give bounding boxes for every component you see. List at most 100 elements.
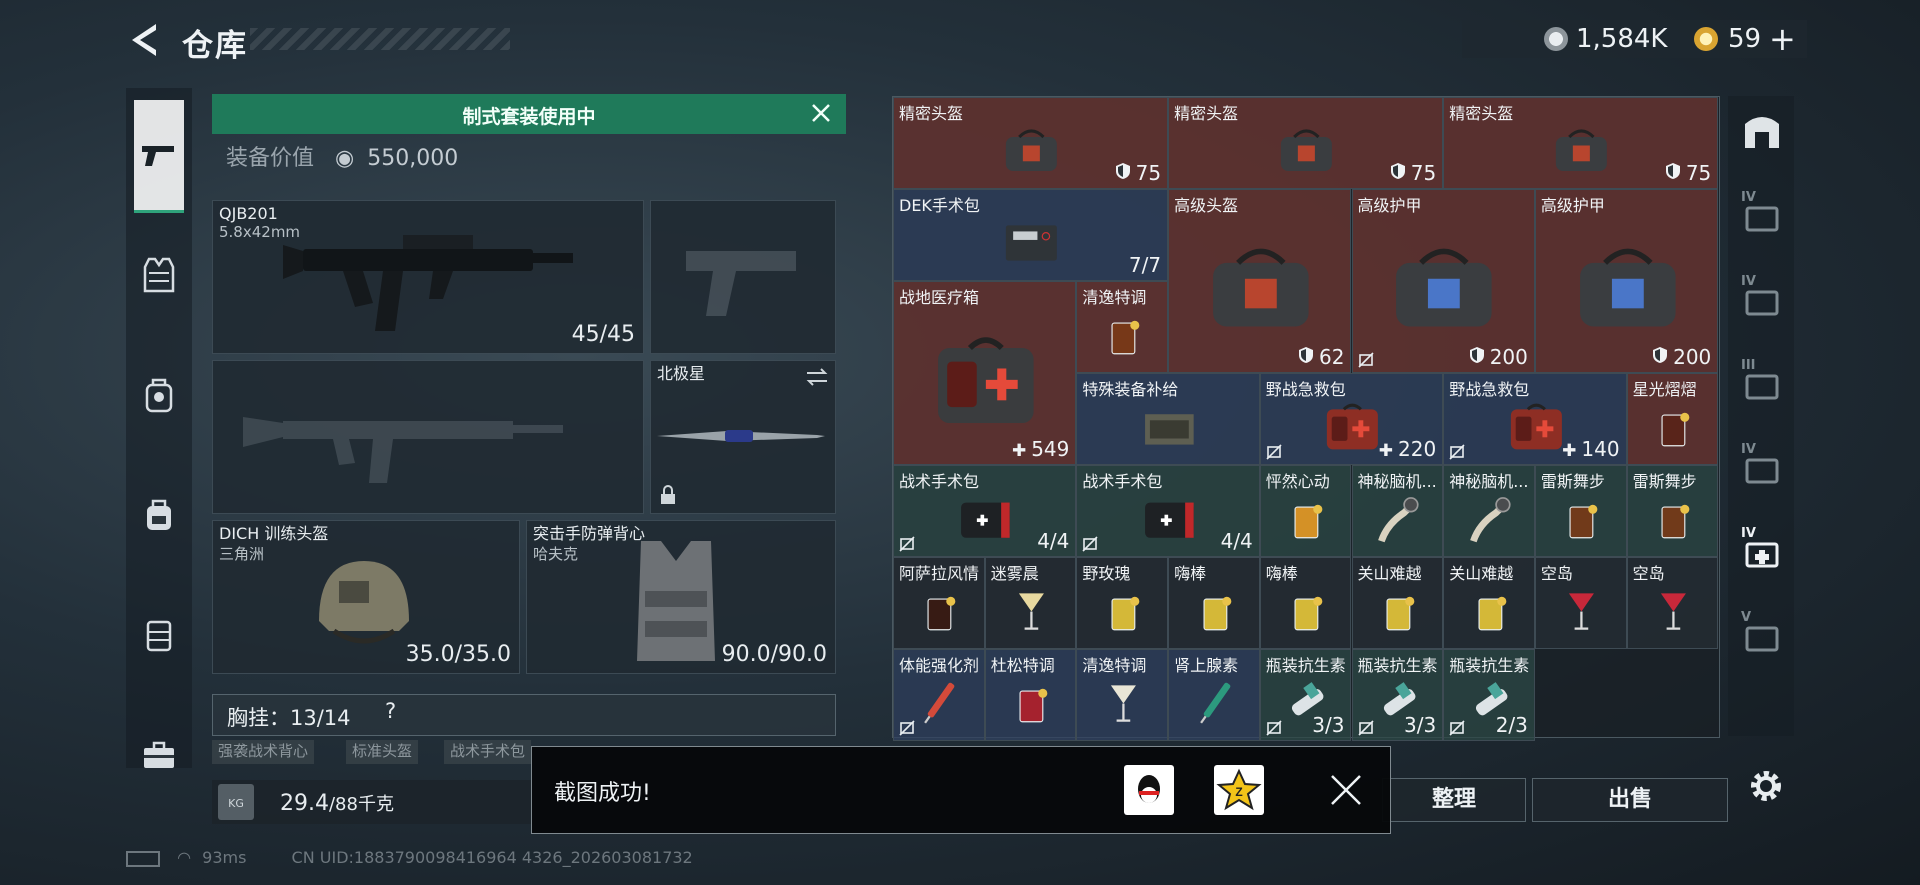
- inventory-item[interactable]: 瓶装抗生素 3/3: [1259, 649, 1352, 741]
- no-sell-icon: [1357, 352, 1374, 368]
- item-count-value: 4/4: [1220, 529, 1253, 553]
- weight-value: 29.4/88千克: [280, 790, 394, 816]
- chest-rig-bar[interactable]: 胸挂：13/14 ?: [212, 694, 836, 736]
- inventory-item[interactable]: 精密头盔 75: [1443, 97, 1719, 189]
- inventory-item[interactable]: 高级护甲 200: [1534, 189, 1719, 373]
- cocktail-icon: [1386, 596, 1415, 630]
- no-sell-icon: [1266, 444, 1282, 460]
- item-name: 瓶装抗生素: [1449, 656, 1530, 675]
- toast-close-button[interactable]: [1328, 772, 1364, 808]
- storage-tab[interactable]: IV: [1741, 274, 1783, 320]
- shield-icon: [1390, 163, 1405, 179]
- inventory-item[interactable]: 肾上腺素: [1168, 649, 1260, 741]
- chip-item: 标准头盔: [346, 740, 419, 764]
- qq-share-icon: [1138, 775, 1160, 803]
- item-count: ✚ 220: [1379, 437, 1436, 461]
- item-name: 瓶装抗生素: [1357, 656, 1438, 675]
- inventory-item[interactable]: 清逸特调: [1076, 649, 1169, 741]
- storage-tab[interactable]: IV: [1741, 526, 1783, 572]
- surgical-kit-icon: [1006, 224, 1058, 261]
- cocktail-icon: [1661, 504, 1690, 538]
- settings-button[interactable]: [1746, 766, 1786, 806]
- inventory-item[interactable]: 星光熠熠: [1626, 373, 1719, 465]
- inventory-item[interactable]: 体能强化剂: [893, 649, 985, 741]
- nav-case[interactable]: [134, 700, 184, 810]
- storage-tab[interactable]: [1741, 110, 1783, 152]
- storage-tab[interactable]: V: [1741, 610, 1783, 656]
- weapon-name: QJB201: [219, 204, 278, 223]
- nav-weapons[interactable]: [134, 100, 184, 213]
- armor-slot[interactable]: 突击手防弹背心 哈夫克 90.0/90.0: [526, 520, 836, 674]
- heal-icon: ✚: [1011, 441, 1027, 461]
- weight-current: 29.4: [280, 791, 329, 816]
- first-aid-kit-icon: [1510, 403, 1562, 450]
- inventory-item[interactable]: 嗨棒: [1168, 557, 1260, 649]
- inventory-item[interactable]: 阿萨拉风情: [893, 557, 985, 649]
- tier-label: IV: [1741, 274, 1756, 289]
- duffel-bag-icon: [1281, 129, 1333, 171]
- nav-armor[interactable]: [134, 220, 184, 330]
- inventory-item[interactable]: 野玫瑰: [1076, 557, 1169, 649]
- inventory-item[interactable]: 战地医疗箱 ✚ 549: [893, 281, 1077, 465]
- melee-slot[interactable]: 北极星: [650, 360, 836, 514]
- inventory-item[interactable]: 特殊装备补给: [1076, 373, 1260, 465]
- item-count: 200: [1469, 345, 1528, 369]
- inventory-item[interactable]: 嗨棒: [1259, 557, 1352, 649]
- rifle-placeholder-icon: [243, 417, 563, 483]
- add-currency-button[interactable]: +: [1769, 20, 1796, 58]
- inventory-item[interactable]: 空岛: [1534, 557, 1627, 649]
- inventory-item[interactable]: 空岛: [1626, 557, 1719, 649]
- inventory-item[interactable]: 高级头盔 62: [1168, 189, 1352, 373]
- inventory-item[interactable]: DEK手术包 7/7: [893, 189, 1169, 281]
- back-button[interactable]: [126, 20, 162, 60]
- chip-item: 强袭战术背心: [212, 740, 315, 764]
- chest-rig-icon: [146, 620, 172, 652]
- pistol-placeholder-icon: [686, 251, 796, 316]
- shield-icon: [1115, 163, 1130, 179]
- helmet-backpack-icon: [145, 378, 173, 413]
- inventory-item[interactable]: 野战急救包 ✚ 140: [1443, 373, 1627, 465]
- secondary-weapon-slot[interactable]: [650, 200, 836, 354]
- sort-button[interactable]: 整理: [1382, 778, 1526, 822]
- inventory-item[interactable]: 杜松特调: [984, 649, 1077, 741]
- qq-share-button[interactable]: [1124, 765, 1174, 815]
- inventory-item[interactable]: 精密头盔 75: [893, 97, 1169, 189]
- storage-tab[interactable]: IV: [1741, 190, 1783, 236]
- secondary-rifle-slot[interactable]: [212, 360, 644, 514]
- inventory-item[interactable]: 关山难越: [1351, 557, 1444, 649]
- inventory-item[interactable]: 神秘脑机...: [1443, 465, 1535, 557]
- inventory-item[interactable]: 瓶装抗生素 2/3: [1443, 649, 1535, 741]
- storage-tab[interactable]: IV: [1741, 442, 1783, 488]
- inventory-item[interactable]: 战术手术包 4/4: [893, 465, 1077, 557]
- no-sell-icon: [899, 720, 915, 736]
- inventory-item[interactable]: 战术手术包 4/4: [1076, 465, 1260, 557]
- inventory-item[interactable]: 关山难越: [1443, 557, 1535, 649]
- nav-backpack[interactable]: [134, 460, 184, 570]
- nav-helmet-bag[interactable]: [134, 340, 184, 450]
- help-icon[interactable]: ?: [385, 699, 396, 723]
- pistol-icon: [142, 146, 174, 166]
- item-name: 关山难越: [1449, 564, 1514, 583]
- inventory-item[interactable]: 迷雾晨: [984, 557, 1077, 649]
- inventory-item[interactable]: 雷斯舞步: [1534, 465, 1627, 557]
- inventory-item[interactable]: 怦然心动: [1259, 465, 1352, 557]
- inventory-item[interactable]: 瓶装抗生素 3/3: [1351, 649, 1444, 741]
- primary-weapon-slot[interactable]: QJB201 5.8x42mm 45/45: [212, 200, 644, 354]
- armor-durability: 90.0/90.0: [721, 642, 827, 667]
- qzone-share-button[interactable]: Z: [1214, 765, 1264, 815]
- inventory-item[interactable]: 野战急救包 ✚ 220: [1259, 373, 1444, 465]
- item-count: 200: [1652, 345, 1711, 369]
- sell-button[interactable]: 出售: [1532, 778, 1728, 822]
- inventory-item[interactable]: 高级护甲 200: [1351, 189, 1535, 373]
- inventory-item[interactable]: 神秘脑机...: [1351, 465, 1444, 557]
- storage-tab[interactable]: III: [1741, 358, 1783, 404]
- swap-icon[interactable]: [805, 367, 829, 387]
- inventory-item[interactable]: 雷斯舞步: [1626, 465, 1719, 557]
- inventory-item[interactable]: 精密头盔 75: [1168, 97, 1444, 189]
- inventory-item[interactable]: 清逸特调: [1076, 281, 1169, 373]
- nav-chest-rig[interactable]: [134, 580, 184, 690]
- item-name: 嗨棒: [1265, 564, 1298, 583]
- item-name: 空岛: [1632, 564, 1665, 583]
- banner-close-button[interactable]: [806, 98, 836, 128]
- helmet-slot[interactable]: DICH 训练头盔 三角洲 35.0/35.0: [212, 520, 520, 674]
